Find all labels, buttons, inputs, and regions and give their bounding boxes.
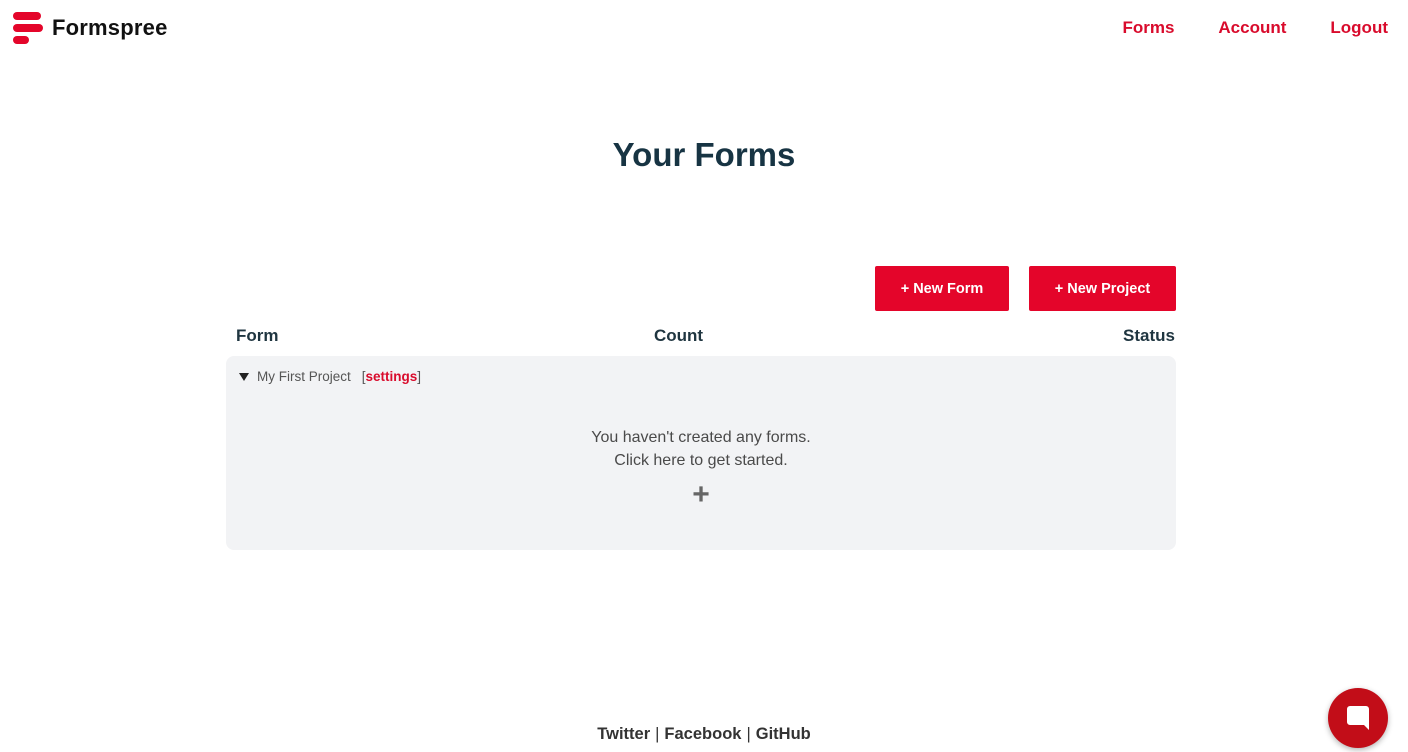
project-settings-link[interactable]: settings [366, 369, 418, 384]
new-project-button[interactable]: + New Project [1029, 266, 1176, 311]
project-header: My First Project [settings] [239, 369, 421, 384]
column-header-count: Count [654, 326, 704, 345]
nav-account-link[interactable]: Account [1218, 18, 1286, 38]
formspree-logo-icon [13, 11, 43, 45]
brand-name: Formspree [52, 15, 168, 40]
bracket-close: ] [417, 369, 422, 384]
page-title: Your Forms [612, 136, 796, 173]
brand-logo[interactable]: Formspree [13, 11, 168, 45]
footer-twitter-link[interactable]: Twitter [597, 725, 650, 743]
column-header-status: Status [1123, 326, 1175, 345]
chat-icon [1347, 706, 1369, 730]
project-name: My First Project [257, 369, 351, 384]
footer-facebook-link[interactable]: Facebook [664, 725, 741, 743]
footer: Twitter | Facebook | GitHub [0, 725, 1408, 744]
new-form-button[interactable]: + New Form [875, 266, 1009, 311]
top-nav: Forms Account Logout [1122, 18, 1388, 38]
footer-github-link[interactable]: GitHub [756, 725, 811, 743]
column-header-form: Form [236, 326, 279, 345]
footer-separator: | [746, 725, 751, 743]
empty-state-line-1: You haven't created any forms. [591, 429, 811, 446]
add-form-plus-icon[interactable]: + [226, 480, 1176, 510]
project-panel: My First Project [settings] You haven't … [226, 356, 1176, 550]
nav-logout-link[interactable]: Logout [1330, 18, 1388, 38]
empty-state-message[interactable]: You haven't created any forms. Click her… [226, 426, 1176, 472]
empty-state-line-2: Click here to get started. [614, 452, 788, 469]
nav-forms-link[interactable]: Forms [1122, 18, 1174, 38]
chat-widget-button[interactable] [1328, 688, 1388, 748]
footer-separator: | [655, 725, 660, 743]
forms-table-header: Form Count Status [236, 326, 1176, 348]
caret-down-icon[interactable] [239, 372, 249, 381]
